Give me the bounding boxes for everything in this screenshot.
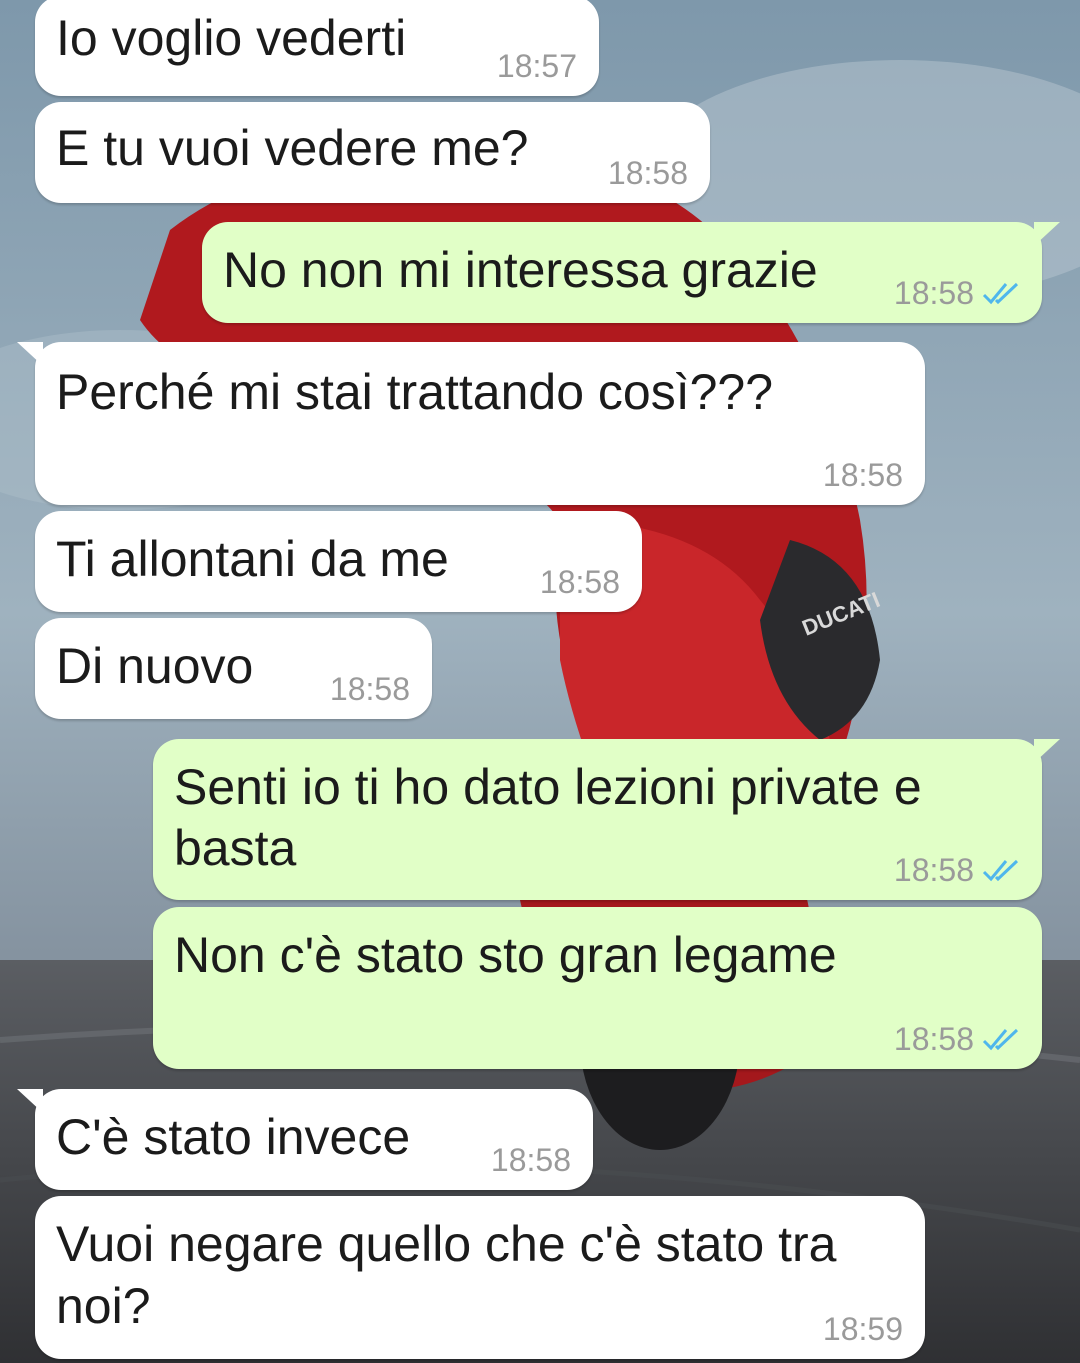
outgoing-message[interactable]: No non mi interessa grazie 18:58 <box>202 222 1060 323</box>
message-time: 18:58 <box>329 671 410 707</box>
outgoing-message[interactable]: Senti io ti ho dato lezioni private e ba… <box>153 739 1060 900</box>
message-text-line2: basta <box>174 820 297 876</box>
bubble-tail <box>1034 739 1060 763</box>
message-time: 18:58 <box>893 852 974 888</box>
incoming-message[interactable]: Io voglio vederti 18:57 <box>35 0 599 96</box>
incoming-message[interactable]: Perché mi stai trattando così??? 18:58 <box>17 342 925 505</box>
incoming-message[interactable]: C'è stato invece 18:58 <box>17 1089 593 1190</box>
message-text: E tu vuoi vedere me? <box>56 120 529 176</box>
message-time: 18:58 <box>539 564 620 600</box>
message-text: Ti allontani da me <box>56 531 449 587</box>
message-text: Senti io ti ho dato lezioni private e <box>174 759 922 815</box>
message-time: 18:57 <box>496 48 577 84</box>
bubble-tail <box>17 342 43 366</box>
message-time: 18:58 <box>893 275 974 311</box>
bubble-tail <box>17 1089 43 1113</box>
message-text-line2: noi? <box>56 1278 151 1334</box>
message-time: 18:58 <box>490 1142 571 1178</box>
message-text: Non c'è stato sto gran legame <box>174 927 837 983</box>
chat-message-list[interactable]: Io voglio vederti 18:57 E tu vuoi vedere… <box>0 0 1080 1363</box>
message-time: 18:58 <box>607 155 688 191</box>
message-text: Perché mi stai trattando così??? <box>56 364 774 420</box>
read-receipt-icon <box>982 859 1019 882</box>
message-time: 18:59 <box>822 1311 903 1347</box>
read-receipt-icon <box>982 282 1019 305</box>
message-text: No non mi interessa grazie <box>223 242 818 298</box>
message-time: 18:58 <box>893 1021 974 1057</box>
read-receipt-icon <box>982 1028 1019 1051</box>
message-text: Io voglio vederti <box>56 10 407 66</box>
incoming-message[interactable]: Di nuovo 18:58 <box>35 618 432 719</box>
incoming-message[interactable]: E tu vuoi vedere me? 18:58 <box>35 102 710 203</box>
message-text: Vuoi negare quello che c'è stato tra <box>56 1216 837 1272</box>
outgoing-message[interactable]: Non c'è stato sto gran legame 18:58 <box>153 907 1042 1069</box>
message-time: 18:58 <box>822 457 903 493</box>
incoming-message[interactable]: Ti allontani da me 18:58 <box>35 511 642 612</box>
incoming-message[interactable]: Vuoi negare quello che c'è stato tra noi… <box>35 1196 925 1359</box>
message-text: Di nuovo <box>56 638 254 694</box>
message-text: C'è stato invece <box>56 1109 411 1165</box>
bubble-tail <box>1034 222 1060 246</box>
